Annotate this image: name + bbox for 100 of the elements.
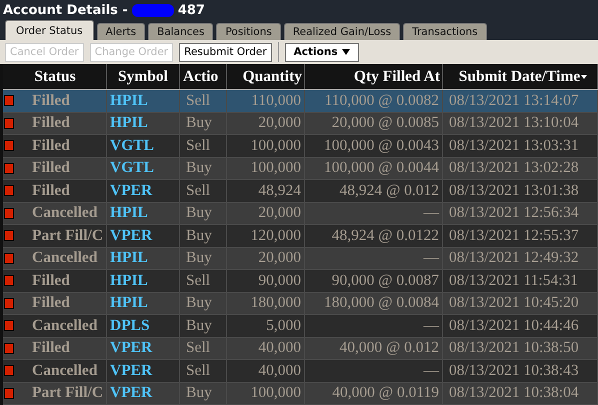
filled-cell: 180,000 @ 0.0084 <box>324 294 439 312</box>
quantity-cell: 48,924 <box>258 182 301 200</box>
action-cell: Buy <box>186 249 212 268</box>
date-cell: 08/13/2021 13:14:07 <box>449 92 579 110</box>
date-cell: 08/13/2021 12:55:37 <box>449 226 579 245</box>
column-header[interactable]: Submit Date/Time <box>443 64 598 89</box>
date-cell: 08/13/2021 12:56:34 <box>449 204 579 222</box>
date-cell: 08/13/2021 11:54:31 <box>449 272 578 290</box>
action-cell: Buy <box>186 204 212 222</box>
window-title: Account Details - <box>3 2 128 18</box>
toolbar-button[interactable]: Resubmit Order <box>179 42 272 62</box>
status-cell: Filled <box>32 182 70 200</box>
order-row[interactable]: Cancelled HPIL Buy 20,000 — 08/13/2021 12:49:32 <box>3 248 598 270</box>
order-row[interactable]: Part Fill/C VPER Buy 120,000 48,924 @ 0.0122 08/13/2021 12:55:37 <box>3 225 598 248</box>
order-row[interactable]: Filled VPER Sell 48,924 48,924 @ 0.012 08/13/2021 13:01:38 <box>3 180 598 202</box>
status-marker-icon <box>4 388 14 399</box>
status-cell: Filled <box>32 92 70 110</box>
status-marker-icon <box>4 185 14 196</box>
symbol-cell: VPER <box>110 182 152 200</box>
action-cell: Sell <box>186 339 210 358</box>
caret-icon <box>342 49 350 55</box>
status-cell: Cancelled <box>32 249 98 268</box>
tab[interactable]: Realized Gain/Loss <box>284 23 400 40</box>
tab[interactable]: Alerts <box>96 23 146 40</box>
status-marker-icon <box>4 208 14 219</box>
symbol-cell: DPLS <box>110 316 150 335</box>
order-row[interactable]: Cancelled HPIL Buy 20,000 — 08/13/2021 12:56:34 <box>3 202 598 225</box>
quantity-cell: 20,000 <box>258 249 301 268</box>
quantity-cell: 110,000 <box>251 92 301 110</box>
symbol-cell: HPIL <box>110 272 148 290</box>
symbol-cell: VPER <box>110 384 152 402</box>
order-row[interactable]: Cancelled DPLS Buy 5,000 — 08/13/2021 10:44:46 <box>3 315 598 338</box>
symbol-cell: VGTL <box>110 136 154 155</box>
order-row[interactable]: Filled HPIL Buy 20,000 20,000 @ 0.0085 08/13/2021 13:10:04 <box>3 112 598 135</box>
quantity-cell: 5,000 <box>266 316 301 335</box>
action-cell: Sell <box>186 136 210 155</box>
action-cell: Sell <box>186 182 210 200</box>
status-cell: Filled <box>32 339 70 358</box>
status-marker-icon <box>4 140 14 152</box>
tab[interactable]: Transactions <box>403 23 487 40</box>
status-marker-icon <box>4 230 14 242</box>
status-cell: Cancelled <box>32 316 98 335</box>
redaction-block <box>132 4 174 16</box>
status-cell: Filled <box>32 272 70 290</box>
column-header[interactable]: Status <box>3 64 107 89</box>
status-cell: Filled <box>32 159 70 178</box>
action-cell: Buy <box>186 316 212 335</box>
date-cell: 08/13/2021 10:38:43 <box>449 362 579 380</box>
order-row[interactable]: Filled HPIL Sell 110,000 110,000 @ 0.0082 08/13/2021 13:14:07 <box>3 90 598 112</box>
symbol-cell: HPIL <box>110 249 148 268</box>
action-cell: Buy <box>186 384 212 402</box>
order-row[interactable]: Cancelled VPER Sell 40,000 — 08/13/2021 10:38:43 <box>3 360 598 382</box>
status-cell: Filled <box>32 114 70 132</box>
filled-cell: — <box>424 362 439 380</box>
order-row[interactable]: Part Fill/C VPER Buy 100,000 40,000 @ 0.0119 08/13/2021 10:38:04 <box>3 382 598 405</box>
symbol-cell: VGTL <box>110 159 154 178</box>
filled-cell: — <box>424 204 439 222</box>
quantity-cell: 20,000 <box>258 114 301 132</box>
filled-cell: 110,000 @ 0.0082 <box>324 92 439 110</box>
tab[interactable]: Order Status <box>5 20 94 40</box>
status-cell: Cancelled <box>32 204 98 222</box>
quantity-cell: 20,000 <box>258 204 301 222</box>
quantity-cell: 40,000 <box>258 339 301 358</box>
status-marker-icon <box>4 118 14 129</box>
column-header[interactable]: Actio <box>180 64 227 89</box>
symbol-cell: HPIL <box>110 204 148 222</box>
column-header[interactable]: Qty Filled At <box>305 64 443 89</box>
order-row[interactable]: Filled VGTL Sell 100,000 100,000 @ 0.0043 08/13/2021 13:03:31 <box>3 135 598 158</box>
quantity-cell: 180,000 <box>250 294 301 312</box>
column-header[interactable]: Symbol <box>107 64 180 89</box>
status-marker-icon <box>4 162 14 174</box>
filled-cell: 20,000 @ 0.0085 <box>332 114 439 132</box>
date-cell: 08/13/2021 13:10:04 <box>449 114 579 132</box>
filled-cell: 48,924 @ 0.012 <box>339 182 439 200</box>
status-marker-icon <box>4 320 14 332</box>
tab[interactable]: Balances <box>148 23 214 40</box>
symbol-cell: HPIL <box>110 92 148 110</box>
order-row[interactable]: Filled HPIL Sell 90,000 90,000 @ 0.0087 08/13/2021 11:54:31 <box>3 270 598 292</box>
filled-cell: 48,924 @ 0.0122 <box>332 226 439 245</box>
date-cell: 08/13/2021 10:38:04 <box>449 384 579 402</box>
filled-cell: 100,000 @ 0.0044 <box>324 159 439 178</box>
quantity-cell: 100,000 <box>250 384 301 402</box>
date-cell: 08/13/2021 13:01:38 <box>449 182 579 200</box>
symbol-cell: VPER <box>110 226 152 245</box>
filled-cell: — <box>424 249 439 268</box>
date-cell: 08/13/2021 13:03:31 <box>449 136 579 155</box>
order-row[interactable]: Filled VPER Sell 40,000 40,000 @ 0.012 08/13/2021 10:38:50 <box>3 338 598 360</box>
action-cell: Sell <box>186 272 210 290</box>
date-cell: 08/13/2021 13:02:28 <box>449 159 579 178</box>
status-marker-icon <box>4 275 14 286</box>
actions-menu-button[interactable]: Actions <box>284 42 359 62</box>
filled-cell: 40,000 @ 0.012 <box>339 339 439 358</box>
status-marker-icon <box>4 298 14 309</box>
quantity-cell: 40,000 <box>258 362 301 380</box>
status-marker-icon <box>4 252 14 264</box>
column-header[interactable]: Quantity <box>227 64 305 89</box>
tab[interactable]: Positions <box>216 23 281 40</box>
order-row[interactable]: Filled HPIL Buy 180,000 180,000 @ 0.0084 08/13/2021 10:45:20 <box>3 292 598 315</box>
filled-cell: 100,000 @ 0.0043 <box>324 136 439 155</box>
order-row[interactable]: Filled VGTL Buy 100,000 100,000 @ 0.0044 08/13/2021 13:02:28 <box>3 158 598 180</box>
